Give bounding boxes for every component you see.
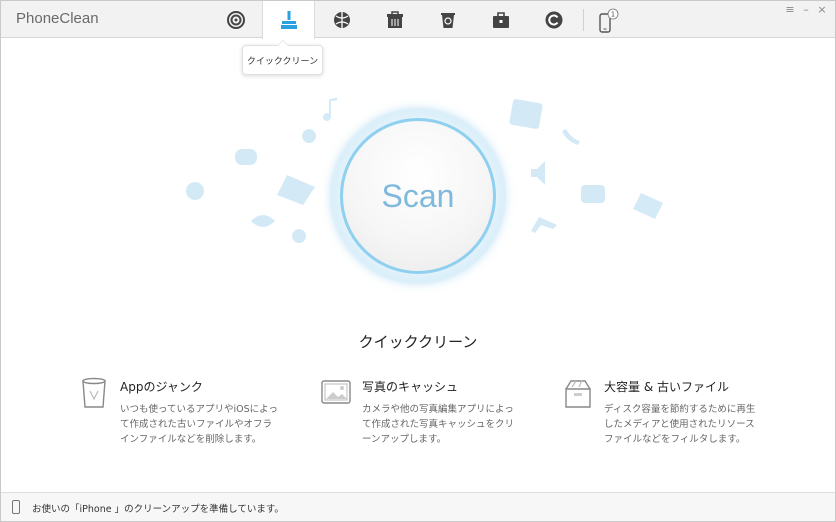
title-bar: PhoneClean 1 ≡ – × [1,1,835,39]
feature-description: カメラや他の写真編集アプリによって作成された写真キャッシュをクリーンアップします… [362,404,515,445]
minimize-icon[interactable]: – [801,4,811,16]
status-text: お使いの「iPhone 」のクリーンアップを準備しています。 [32,504,284,515]
mail-icon [277,175,315,205]
speaker-icon [531,161,545,185]
phone-icon [562,129,580,145]
tab-tooltip: クイッククリーン [242,40,323,75]
scan-label: Scan [381,177,455,214]
toolkit-icon [492,11,509,28]
play-circle-icon [292,229,307,243]
tab-recycle-bin[interactable] [421,1,474,38]
music-note-icon [323,97,337,121]
phone-status-icon [12,500,20,514]
tab-internet-clean[interactable] [315,1,368,38]
intelligent-clean-icon [226,10,245,29]
camera-icon [581,185,605,203]
trash-can-icon [82,377,106,408]
box-icon [565,379,591,408]
internet-clean-icon [333,11,350,28]
recycle-bin-icon [440,12,455,28]
toolbar-divider [583,9,584,31]
device-badge: 1 [611,11,615,19]
iphone-device-icon[interactable]: 1 [596,8,620,34]
feature-description: いつも使っているアプリやiOSによって作成された古いファイルやオフラインファイル… [120,404,278,445]
apple-icon [302,129,317,143]
tab-toolkit[interactable] [474,1,527,38]
close-icon[interactable]: × [817,4,827,16]
app-window: PhoneClean 1 ≡ – × クイッククリーン Scan クイッククリー… [0,0,836,522]
section-title: クイッククリーン [358,333,478,351]
tab-history[interactable] [527,1,580,38]
history-icon [545,11,562,28]
scan-button[interactable]: Scan [340,118,496,274]
app-title: PhoneClean [16,10,99,27]
status-bar: お使いの「iPhone 」のクリーンアップを準備しています。 [1,492,835,521]
menu-icon[interactable]: ≡ [785,4,795,16]
silent-clean-icon [386,10,403,28]
airplane-icon [531,217,557,233]
location-pin-icon [186,182,204,200]
feature-title: Appのジャンク [120,380,203,394]
chat-bubble-icon [235,149,257,165]
tab-intelligent-clean[interactable] [209,1,262,38]
feature-description: ディスク容量を節約するために再生したメディアと使用されたリソースファイルなどをフ… [604,404,756,445]
photo-icon [321,380,351,404]
picture-icon [509,99,543,129]
window-controls: ≡ – × [785,4,827,16]
eye-icon [251,215,275,227]
toolbar-tabs [209,1,580,39]
tab-quick-clean[interactable] [262,1,315,39]
ticket-icon [633,193,663,219]
tab-silent-clean[interactable] [368,1,421,38]
feature-title: 大容量 & 古いファイル [604,380,729,394]
broom-icon [280,11,297,29]
feature-title: 写真のキャッシュ [362,380,459,394]
